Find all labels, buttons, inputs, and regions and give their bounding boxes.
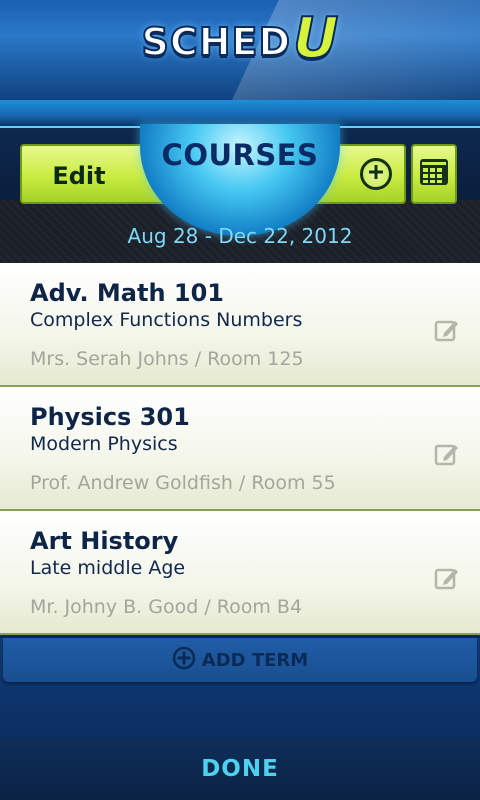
- done-button[interactable]: DONE: [0, 738, 480, 800]
- course-item[interactable]: Physics 301 Modern Physics Prof. Andrew …: [0, 387, 480, 511]
- add-term-label: ADD TERM: [201, 649, 309, 671]
- course-teacher: Mr. Johny B. Good / Room B4: [30, 596, 303, 618]
- logo-accent: U: [292, 6, 340, 71]
- course-name: Art History: [30, 527, 179, 555]
- edit-button[interactable]: Edit: [44, 158, 114, 194]
- pencil-icon[interactable]: [434, 441, 460, 467]
- add-term-button[interactable]: ADD TERM: [3, 638, 477, 682]
- course-subtitle: Complex Functions Numbers: [30, 309, 303, 331]
- course-subtitle: Late middle Age: [30, 557, 186, 579]
- course-list: Adv. Math 101 Complex Functions Numbers …: [0, 263, 480, 635]
- plus-circle-icon: [368, 164, 384, 184]
- plus-circle-icon: [172, 646, 196, 674]
- course-item[interactable]: Adv. Math 101 Complex Functions Numbers …: [0, 263, 480, 387]
- app-header: SCHED U: [0, 0, 480, 100]
- course-teacher: Mrs. Serah Johns / Room 125: [30, 348, 304, 370]
- course-name: Adv. Math 101: [30, 279, 225, 307]
- course-teacher: Prof. Andrew Goldfish / Room 55: [30, 472, 336, 494]
- calendar-button[interactable]: [411, 144, 457, 204]
- logo-text: SCHED: [140, 19, 292, 65]
- calendar-icon: [419, 158, 449, 190]
- course-item[interactable]: Art History Late middle Age Mr. Johny B.…: [0, 511, 480, 635]
- app-logo: SCHED U: [140, 6, 340, 71]
- add-course-button[interactable]: [360, 158, 392, 190]
- pencil-icon[interactable]: [434, 317, 460, 343]
- pencil-icon[interactable]: [434, 565, 460, 591]
- course-name: Physics 301: [30, 403, 190, 431]
- page-title: COURSES: [161, 138, 319, 172]
- add-term-area: ADD TERM: [0, 638, 480, 738]
- course-subtitle: Modern Physics: [30, 433, 178, 455]
- toolbar: COURSES Edit Aug 28 - Dec 22, 2012: [0, 100, 480, 263]
- done-label: DONE: [201, 756, 279, 782]
- term-date-range: Aug 28 - Dec 22, 2012: [127, 224, 353, 248]
